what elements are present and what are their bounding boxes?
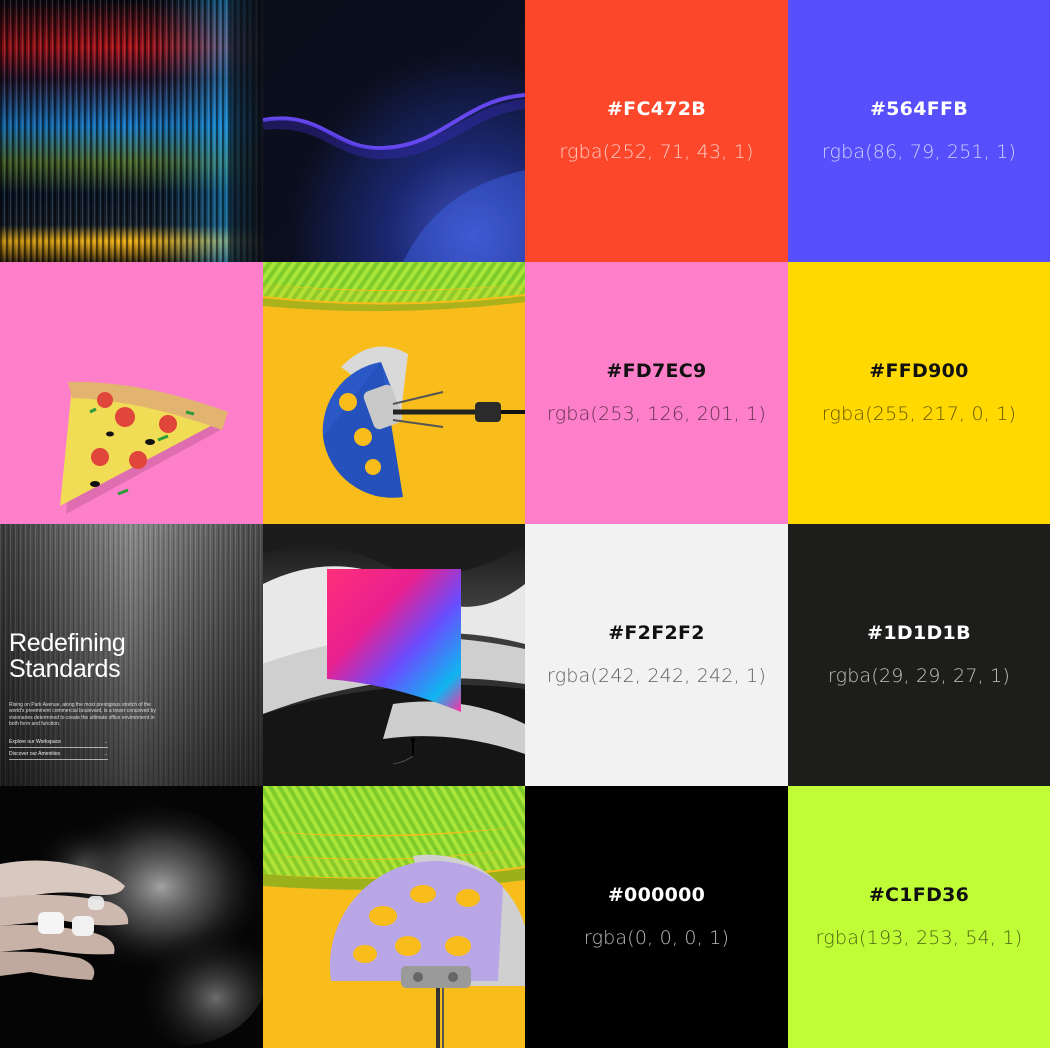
arch-body-text: Rising on Park Avenue, along the most pr… [9, 702, 156, 727]
swatch-ffd900: #FFD900 rgba(255, 217, 0, 1) [788, 262, 1050, 524]
arrow-right-icon: → [103, 739, 108, 745]
climbing-cam-purple-photo [263, 786, 525, 1048]
arch-title-line2: Standards [9, 655, 121, 683]
glass-stripes-photo [0, 0, 263, 262]
swatch-hex: #FFD900 [869, 359, 969, 382]
swatch-hex: #000000 [607, 883, 706, 906]
swatch-000000: #000000 rgba(0, 0, 0, 1) [525, 786, 788, 1048]
swatch-hex: #1D1D1B [867, 621, 971, 644]
swatch-rgba: rgba(252, 71, 43, 1) [559, 140, 754, 163]
desert-gradient-photo [263, 524, 525, 786]
pizza-slice-photo [0, 262, 263, 524]
swatch-hex: #C1FD36 [868, 883, 970, 906]
arch-link-label: Explore our Workspace [9, 739, 61, 745]
swatch-hex: #FD7EC9 [606, 359, 707, 382]
swatch-hex: #FC472B [606, 97, 707, 120]
swatch-fc472b: #FC472B rgba(252, 71, 43, 1) [525, 0, 788, 262]
arch-link-label: Discover our Amenities [9, 751, 61, 757]
arch-link-workspace: Explore our Workspace → [9, 739, 108, 748]
architecture-website-photo: Redefining Standards Rising on Park Aven… [0, 524, 263, 786]
swatch-rgba: rgba(86, 79, 251, 1) [821, 140, 1017, 163]
swatch-rgba: rgba(193, 253, 54, 1) [815, 926, 1023, 949]
swatch-rgba: rgba(29, 29, 27, 1) [827, 664, 1011, 687]
swatch-564ffb: #564FFB rgba(86, 79, 251, 1) [788, 0, 1050, 262]
arrow-right-icon: → [103, 751, 108, 757]
swatch-rgba: rgba(255, 217, 0, 1) [821, 402, 1017, 425]
moodboard-grid: #FC472B rgba(252, 71, 43, 1) #564FFB rgb… [0, 0, 1050, 1048]
swatch-hex: #564FFB [869, 97, 969, 120]
chalk-hands-photo [0, 786, 263, 1048]
climbing-cam-blue-photo [263, 262, 525, 524]
swatch-1d1d1b: #1D1D1B rgba(29, 29, 27, 1) [788, 524, 1050, 786]
swatch-rgba: rgba(253, 126, 201, 1) [547, 402, 766, 425]
arch-title-line1: Redefining [9, 629, 126, 657]
swatch-f2f2f2: #F2F2F2 rgba(242, 242, 242, 1) [525, 524, 788, 786]
swatch-rgba: rgba(0, 0, 0, 1) [583, 926, 730, 949]
swatch-rgba: rgba(242, 242, 242, 1) [547, 664, 766, 687]
arch-link-amenities: Discover our Amenities → [9, 751, 108, 760]
swatch-c1fd36: #C1FD36 rgba(193, 253, 54, 1) [788, 786, 1050, 1048]
abstract-blue-wave-photo [263, 0, 525, 262]
swatch-fd7ec9: #FD7EC9 rgba(253, 126, 201, 1) [525, 262, 788, 524]
swatch-hex: #F2F2F2 [608, 621, 705, 644]
